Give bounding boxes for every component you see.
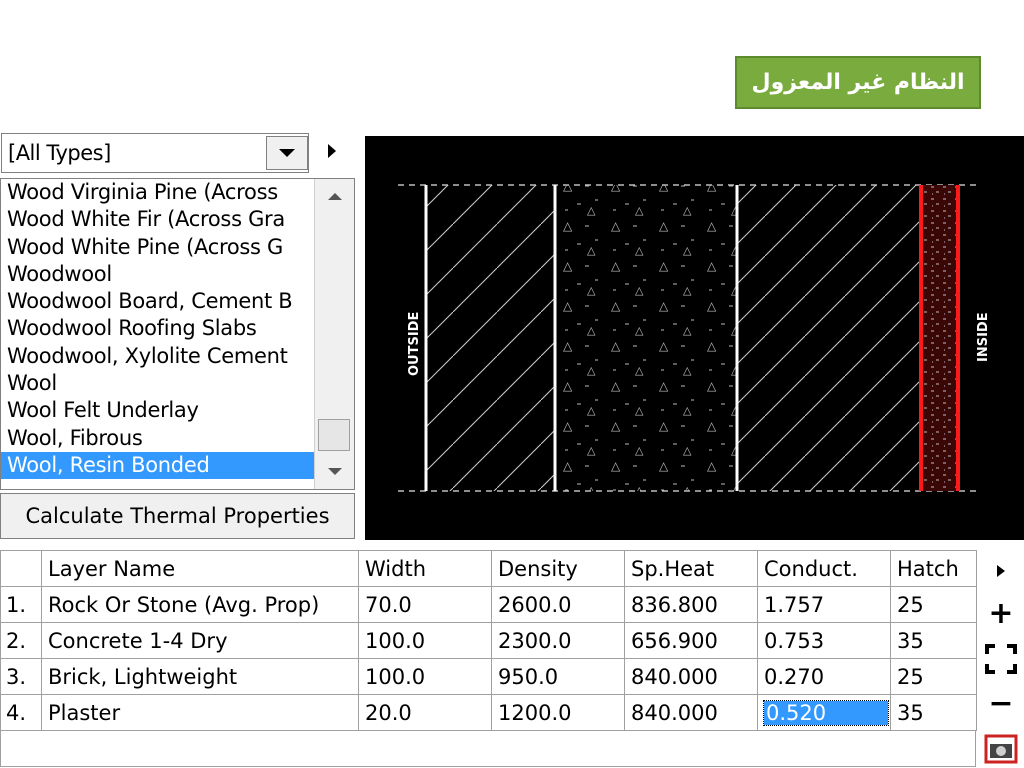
scroll-thumb[interactable]: [318, 419, 350, 451]
material-list[interactable]: Wood Virginia Pine (Across Wood White Fi…: [0, 178, 355, 490]
column-header-density[interactable]: Density: [491, 550, 625, 587]
cell-hatch[interactable]: 25: [890, 586, 977, 623]
material-list-item[interactable]: Wood White Pine (Across G: [1, 234, 315, 261]
material-list-item[interactable]: Wool: [1, 370, 315, 397]
panel-expand-arrow-icon[interactable]: [328, 144, 336, 158]
outside-label: OUTSIDE: [407, 312, 422, 376]
material-list-item[interactable]: Wool, Fibrous: [1, 425, 315, 452]
fit-view-button[interactable]: [978, 642, 1024, 676]
material-list-item[interactable]: Woodwool: [1, 261, 315, 288]
cell-width[interactable]: 70.0: [358, 586, 492, 623]
cell-width[interactable]: 100.0: [358, 658, 492, 695]
page-title-badge: النظام غير المعزول: [735, 56, 981, 109]
cell-layer-name[interactable]: Rock Or Stone (Avg. Prop): [41, 586, 359, 623]
dropdown-arrow-button[interactable]: [266, 136, 308, 170]
layer-3-brick[interactable]: [737, 185, 920, 491]
table-row[interactable]: 1. Rock Or Stone (Avg. Prop) 70.0 2600.0…: [0, 586, 977, 623]
material-type-select[interactable]: [All Types]: [1, 133, 309, 173]
material-list-item[interactable]: Wool Felt Underlay: [1, 397, 315, 424]
active-cell-value[interactable]: 0.520: [763, 699, 889, 726]
column-header-layer-name[interactable]: Layer Name: [41, 550, 359, 587]
layer-4-plaster[interactable]: [921, 185, 958, 491]
cell-density[interactable]: 950.0: [491, 658, 625, 695]
table-empty-row[interactable]: [0, 730, 976, 767]
table-row[interactable]: 3. Brick, Lightweight 100.0 950.0 840.00…: [0, 658, 977, 695]
cell-sp-heat[interactable]: 840.000: [624, 694, 758, 731]
cell-layer-name[interactable]: Plaster: [41, 694, 359, 731]
row-index: 3.: [0, 658, 42, 695]
cell-sp-heat[interactable]: 836.800: [624, 586, 758, 623]
table-header-row: Layer Name Width Density Sp.Heat Conduct…: [0, 550, 977, 587]
expand-arrow-glyph: [997, 565, 1005, 577]
layer-table: Layer Name Width Density Sp.Heat Conduct…: [0, 550, 977, 731]
cell-width[interactable]: 20.0: [358, 694, 492, 731]
material-list-item[interactable]: Woodwool Board, Cement B: [1, 288, 315, 315]
material-list-item[interactable]: Wood Virginia Pine (Across: [1, 179, 315, 206]
scroll-up-icon[interactable]: [328, 193, 342, 200]
cell-sp-heat[interactable]: 840.000: [624, 658, 758, 695]
camera-icon: [984, 734, 1018, 764]
cell-density[interactable]: 2600.0: [491, 586, 625, 623]
column-header-sp-heat[interactable]: Sp.Heat: [624, 550, 758, 587]
material-list-item-selected[interactable]: Wool, Resin Bonded: [1, 451, 315, 480]
add-layer-button[interactable]: +: [978, 595, 1024, 631]
column-header-index: [0, 550, 42, 587]
material-list-scrollbar[interactable]: [314, 179, 354, 489]
cell-hatch[interactable]: 25: [890, 658, 977, 695]
cell-layer-name[interactable]: Brick, Lightweight: [41, 658, 359, 695]
row-index: 2.: [0, 622, 42, 659]
remove-layer-button[interactable]: −: [978, 685, 1024, 721]
remove-layer-icon: −: [988, 685, 1014, 721]
row-index: 4.: [0, 694, 42, 731]
cell-hatch[interactable]: 35: [890, 622, 977, 659]
cell-conduct[interactable]: 0.270: [757, 658, 891, 695]
chevron-down-icon: [279, 149, 295, 157]
table-row[interactable]: 2. Concrete 1-4 Dry 100.0 2300.0 656.900…: [0, 622, 977, 659]
inside-label: INSIDE: [976, 312, 991, 362]
scroll-down-icon[interactable]: [328, 468, 342, 475]
column-header-width[interactable]: Width: [358, 550, 492, 587]
cell-conduct-active[interactable]: 0.520: [757, 694, 891, 731]
layer-2-concrete[interactable]: [555, 185, 737, 491]
layer-1-rock[interactable]: [426, 185, 555, 491]
calculate-thermal-properties-button[interactable]: Calculate Thermal Properties: [0, 493, 355, 539]
expand-arrow-icon[interactable]: [978, 558, 1024, 584]
cell-conduct[interactable]: 1.757: [757, 586, 891, 623]
cell-hatch[interactable]: 35: [890, 694, 977, 731]
cell-density[interactable]: 1200.0: [491, 694, 625, 731]
table-row[interactable]: 4. Plaster 20.0 1200.0 840.000 0.520 35: [0, 694, 977, 731]
material-list-item[interactable]: Woodwool, Xylolite Cement: [1, 343, 315, 370]
wall-section-drawing: △ △: [398, 184, 991, 492]
cell-conduct[interactable]: 0.753: [757, 622, 891, 659]
wall-section-view[interactable]: △ △: [365, 136, 1024, 540]
cell-sp-heat[interactable]: 656.900: [624, 622, 758, 659]
material-list-item[interactable]: Wood White Fir (Across Gra: [1, 206, 315, 233]
column-header-conduct[interactable]: Conduct.: [757, 550, 891, 587]
cell-density[interactable]: 2300.0: [491, 622, 625, 659]
material-list-item[interactable]: Woodwool Roofing Slabs: [1, 315, 315, 342]
add-layer-icon: +: [988, 595, 1014, 631]
layer-toolbar: + −: [978, 552, 1024, 768]
material-type-value: [All Types]: [8, 141, 111, 165]
row-index: 1.: [0, 586, 42, 623]
cell-width[interactable]: 100.0: [358, 622, 492, 659]
column-header-hatch[interactable]: Hatch: [890, 550, 977, 587]
cell-layer-name[interactable]: Concrete 1-4 Dry: [41, 622, 359, 659]
camera-button[interactable]: [978, 730, 1024, 766]
fit-view-icon: [985, 644, 1017, 674]
